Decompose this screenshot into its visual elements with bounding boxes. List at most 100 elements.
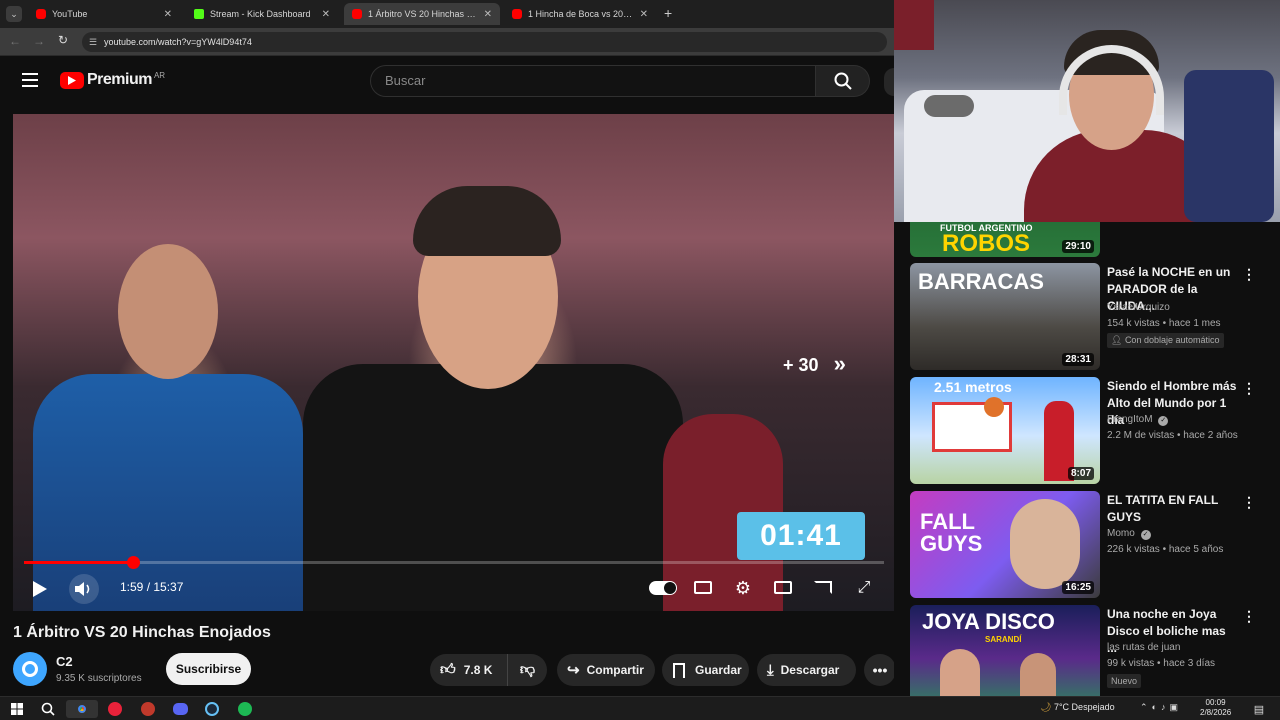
recommendations-sidebar: FUTBOL ARGENTINO ROBOS 29:10 BARRACAS 28… bbox=[894, 222, 1280, 696]
video-thumbnail[interactable]: FUTBOL ARGENTINO ROBOS 29:10 bbox=[910, 222, 1100, 257]
channel-avatar[interactable] bbox=[13, 652, 47, 686]
verified-check-icon: ✓ bbox=[1140, 530, 1151, 540]
system-tray-icons[interactable]: ⌃◐♪▣ bbox=[1140, 702, 1182, 713]
channel-name-link[interactable]: FrangItoM ✓ bbox=[1107, 414, 1169, 426]
forward-arrow-icon[interactable]: → bbox=[33, 34, 45, 48]
more-options-icon[interactable]: ⋮ bbox=[1242, 380, 1256, 397]
verified-check-icon: ✓ bbox=[1158, 416, 1169, 426]
person-voice-icon: 👤︎ bbox=[1111, 335, 1125, 345]
youtube-play-logo-icon bbox=[60, 71, 84, 89]
channel-name-link[interactable]: Momo ✓ bbox=[1107, 528, 1151, 540]
address-bar-row: ← → ↻ ☰ youtube.com/watch?v=gYW4lD94t74 bbox=[0, 28, 894, 56]
skip-forward-label[interactable]: + 30 » bbox=[783, 351, 846, 377]
video-thumbnail[interactable]: 2.51 metros 8:07 bbox=[910, 377, 1100, 484]
tab-title: 1 Árbitro VS 20 Hinchas Enojad bbox=[368, 9, 478, 19]
thumb-person bbox=[1010, 499, 1080, 589]
menu-hamburger-icon[interactable] bbox=[22, 73, 38, 87]
subscribe-button[interactable]: Suscribirse bbox=[166, 653, 251, 685]
fullscreen-button[interactable]: ⤢ bbox=[853, 577, 875, 599]
close-icon[interactable]: ✕ bbox=[640, 9, 648, 20]
autoplay-toggle[interactable] bbox=[649, 581, 677, 595]
video-person-center-hair bbox=[413, 186, 561, 256]
video-meta: 99 k vistas • hace 3 días bbox=[1107, 658, 1216, 669]
close-icon[interactable]: ✕ bbox=[322, 9, 330, 20]
windows-start-icon[interactable] bbox=[8, 700, 26, 718]
volume-button[interactable] bbox=[69, 574, 99, 604]
weather-widget[interactable]: 🌙︎ 7°C Despejado bbox=[1040, 702, 1115, 713]
thumb-headline: JOYA DISCO bbox=[922, 609, 1055, 634]
thumb-headline: FALL GUYS bbox=[920, 509, 983, 556]
channel-name[interactable]: C2 bbox=[56, 654, 73, 669]
toggle-knob-icon bbox=[664, 582, 676, 594]
video-player[interactable]: + 30 » 01:41 1:59 / 15:37 ⚙ ⤢ bbox=[13, 114, 896, 611]
download-label: Descargar bbox=[780, 663, 840, 677]
kick-favicon-icon bbox=[194, 9, 204, 19]
tab-search-icon[interactable]: ⌄ bbox=[6, 6, 22, 22]
play-icon bbox=[33, 581, 47, 597]
back-arrow-icon[interactable]: ← bbox=[9, 34, 21, 48]
subtitles-icon bbox=[694, 580, 712, 594]
tab-title: YouTube bbox=[52, 9, 88, 19]
search-input[interactable]: Buscar bbox=[370, 65, 816, 97]
notifications-icon[interactable]: ▤ bbox=[1250, 700, 1268, 718]
video-meta: 154 k vistas • hace 1 mes bbox=[1107, 318, 1221, 329]
browser-tab-bar: ⌄ YouTube ✕ Stream - Kick Dashboard ✕ 1 … bbox=[0, 0, 894, 28]
media-player-icon[interactable] bbox=[106, 700, 124, 718]
video-thumbnail[interactable]: FALL GUYS 16:25 bbox=[910, 491, 1100, 598]
video-title-link[interactable]: EL TATITA EN FALL GUYS bbox=[1107, 492, 1239, 526]
subtitles-button[interactable] bbox=[693, 579, 713, 595]
taskbar-clock[interactable]: 00:09 2/8/2026 bbox=[1200, 698, 1231, 718]
tab-other-video[interactable]: 1 Hincha de Boca vs 20 Hinchas ✕ bbox=[504, 3, 656, 25]
youtube-logo[interactable]: Premium AR bbox=[60, 71, 165, 89]
spotify-icon[interactable] bbox=[236, 700, 254, 718]
video-thumbnail[interactable]: BARRACAS 28:31 bbox=[910, 263, 1100, 370]
miniplayer-button[interactable] bbox=[773, 579, 793, 595]
webcam-cat bbox=[924, 95, 974, 117]
site-info-icon[interactable]: ☰ bbox=[89, 32, 97, 52]
tab-current-video[interactable]: 1 Árbitro VS 20 Hinchas Enojad ✕ bbox=[344, 3, 500, 25]
video-meta: 2.2 M de vistas • hace 2 años bbox=[1107, 430, 1238, 441]
chrome-alt-icon[interactable] bbox=[139, 700, 157, 718]
miniplayer-icon bbox=[774, 580, 792, 594]
more-options-icon[interactable]: ⋮ bbox=[1242, 266, 1256, 283]
sidebar-scrollbar[interactable] bbox=[1272, 222, 1278, 696]
search-icon[interactable] bbox=[39, 700, 57, 718]
video-thumbnail[interactable]: JOYA DISCO SARANDÍ bbox=[910, 605, 1100, 696]
tab-youtube[interactable]: YouTube ✕ bbox=[28, 3, 180, 25]
clock-date: 2/8/2026 bbox=[1200, 708, 1232, 717]
tab-kick-dashboard[interactable]: Stream - Kick Dashboard ✕ bbox=[186, 3, 338, 25]
more-options-icon[interactable]: ⋮ bbox=[1242, 494, 1256, 511]
new-tab-plus-icon[interactable]: + bbox=[664, 5, 672, 21]
dislike-button[interactable]: 👎︎ bbox=[508, 654, 547, 686]
cast-button[interactable] bbox=[813, 579, 833, 595]
save-label: Guardar bbox=[695, 663, 742, 677]
close-icon[interactable]: ✕ bbox=[484, 9, 492, 20]
progress-bar-fill bbox=[24, 561, 134, 564]
video-duration: 8:07 bbox=[1067, 467, 1094, 480]
gear-icon: ⚙ bbox=[734, 577, 752, 598]
progress-bar[interactable] bbox=[24, 556, 884, 569]
dubbing-badge: 👤︎ Con doblaje automático bbox=[1107, 333, 1224, 348]
search-button[interactable] bbox=[816, 65, 870, 97]
url-field[interactable]: ☰ youtube.com/watch?v=gYW4lD94t74 bbox=[82, 32, 887, 52]
channel-name-link[interactable]: YsraelUrquizo bbox=[1107, 302, 1170, 313]
play-button[interactable] bbox=[29, 578, 51, 600]
channel-name-link[interactable]: las rutas de juan bbox=[1107, 642, 1180, 653]
download-button[interactable]: ⤓ Descargar bbox=[757, 654, 856, 686]
chrome-icon[interactable] bbox=[66, 700, 98, 718]
header-overflow-edge bbox=[884, 68, 894, 96]
moon-icon: 🌙︎ bbox=[1040, 702, 1052, 712]
close-icon[interactable]: ✕ bbox=[164, 9, 172, 20]
save-button[interactable]: Guardar bbox=[662, 654, 749, 686]
more-options-icon[interactable]: ⋮ bbox=[1242, 608, 1256, 625]
share-button[interactable]: ↪ Compartir bbox=[557, 654, 655, 686]
reload-icon[interactable]: ↻ bbox=[58, 33, 68, 47]
discord-icon[interactable] bbox=[171, 700, 189, 718]
steam-icon[interactable] bbox=[203, 700, 221, 718]
settings-button[interactable]: ⚙ bbox=[732, 577, 754, 599]
like-button[interactable]: 👍︎ 7.8 K bbox=[430, 654, 508, 686]
video-person-left bbox=[33, 374, 303, 611]
logo-text: Premium bbox=[87, 71, 152, 88]
more-actions-button[interactable]: ••• bbox=[864, 654, 896, 686]
like-count: 7.8 K bbox=[463, 663, 493, 677]
